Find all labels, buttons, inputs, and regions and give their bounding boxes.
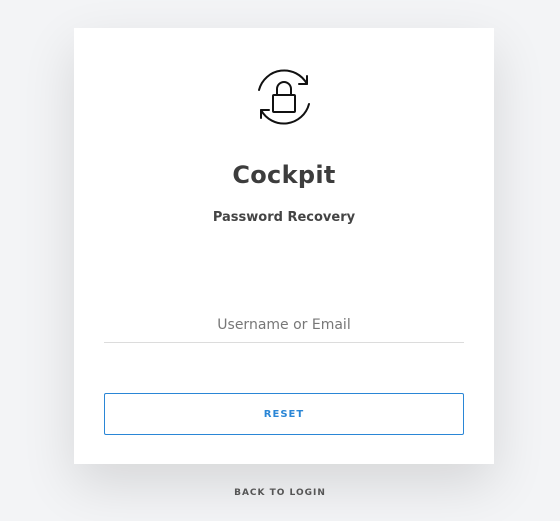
username-email-input[interactable] [104, 308, 464, 343]
recovery-card: Cockpit Password Recovery RESET [74, 28, 494, 464]
back-to-login-link[interactable]: BACK TO LOGIN [0, 488, 560, 498]
page-subtitle: Password Recovery [212, 210, 356, 225]
reset-button[interactable]: RESET [104, 393, 464, 435]
lock-refresh-icon [258, 69, 310, 125]
app-title: Cockpit [232, 161, 336, 189]
login-page: Cockpit Password Recovery RESET BACK TO … [0, 0, 560, 521]
